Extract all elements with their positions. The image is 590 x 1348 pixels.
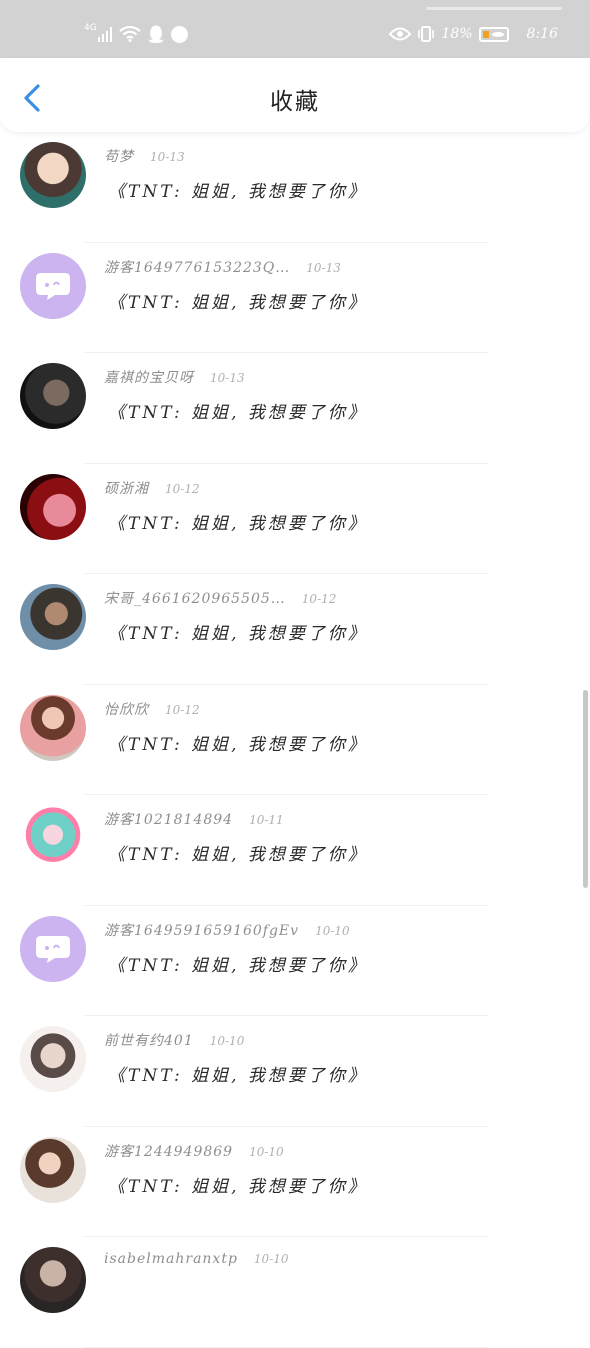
item-date: 10-10 (315, 924, 350, 938)
avatar[interactable] (20, 805, 86, 871)
user-name: 游客1244949869 (104, 1141, 233, 1161)
item-date: 10-12 (165, 482, 200, 496)
clock: 8:16 (527, 26, 558, 42)
favorite-title: 《TNT: 姐姐, 我想要了你》 (108, 619, 368, 644)
avatar[interactable] (20, 1026, 86, 1092)
qq-icon (148, 25, 164, 43)
item-date: 10-10 (210, 1034, 245, 1048)
avatar[interactable] (20, 253, 86, 319)
item-date: 10-10 (249, 1145, 284, 1159)
favorite-title: 《TNT: 姐姐, 我想要了你》 (108, 177, 368, 202)
notch-pill (426, 7, 562, 10)
signal-icon (98, 26, 112, 42)
user-name: 嘉祺的宝贝呀 (104, 367, 194, 387)
app-icon (171, 26, 188, 43)
avatar[interactable] (20, 916, 86, 982)
user-name: 硕浙湘 (104, 478, 149, 498)
list-item[interactable]: 前世有约401 10-10 《TNT: 姐姐, 我想要了你》 (0, 1016, 590, 1127)
favorite-title: 《TNT: 姐姐, 我想要了你》 (108, 398, 368, 423)
user-name: 游客1021814894 (104, 809, 233, 829)
item-meta: 游客1021814894 10-11 (104, 809, 284, 831)
favorite-title: 《TNT: 姐姐, 我想要了你》 (108, 1172, 368, 1197)
header: 收藏 (0, 58, 590, 132)
vibrate-icon (417, 25, 435, 43)
user-name: 苟梦 (104, 146, 134, 166)
favorites-list: 苟梦 10-13 《TNT: 姐姐, 我想要了你》 游客164977615322… (0, 132, 590, 1348)
item-meta: 前世有约401 10-10 (104, 1030, 244, 1052)
list-item[interactable]: 怡欣欣 10-12 《TNT: 姐姐, 我想要了你》 (0, 685, 590, 796)
user-name: 游客1649591659160fgEv (104, 920, 299, 940)
list-item[interactable]: 嘉祺的宝贝呀 10-13 《TNT: 姐姐, 我想要了你》 (0, 353, 590, 464)
avatar[interactable] (20, 584, 86, 650)
user-name: 宋哥_4661620965505… (104, 588, 286, 608)
favorite-title: 《TNT: 姐姐, 我想要了你》 (108, 730, 368, 755)
chat-bubble-icon (33, 269, 73, 303)
item-meta: 嘉祺的宝贝呀 10-13 (104, 367, 245, 389)
status-bar: 4G 18% 8:16 (0, 0, 590, 58)
item-meta: 硕浙湘 10-12 (104, 478, 200, 500)
avatar[interactable] (20, 474, 86, 540)
item-meta: 苟梦 10-13 (104, 146, 185, 168)
item-meta: 游客1649776153223Q… 10-13 (104, 257, 341, 279)
user-name: 游客1649776153223Q… (104, 257, 290, 277)
favorite-title: 《TNT: 姐姐, 我想要了你》 (108, 1061, 368, 1086)
list-item[interactable]: 游客1021814894 10-11 《TNT: 姐姐, 我想要了你》 (0, 795, 590, 906)
battery-percent: 18% (441, 26, 472, 42)
divider (84, 1347, 488, 1348)
avatar[interactable] (20, 1137, 86, 1203)
item-date: 10-12 (165, 703, 200, 717)
item-date: 10-13 (150, 150, 185, 164)
list-item[interactable]: 苟梦 10-13 《TNT: 姐姐, 我想要了你》 (0, 132, 590, 243)
avatar[interactable] (20, 142, 86, 208)
user-name: 怡欣欣 (104, 699, 149, 719)
item-meta: 游客1244949869 10-10 (104, 1141, 284, 1163)
item-date: 10-13 (210, 371, 245, 385)
avatar[interactable] (20, 1247, 86, 1313)
list-item[interactable]: 游客1649591659160fgEv 10-10 《TNT: 姐姐, 我想要了… (0, 906, 590, 1017)
favorite-title: 《TNT: 姐姐, 我想要了你》 (108, 840, 368, 865)
page-title: 收藏 (0, 82, 590, 116)
item-meta: 游客1649591659160fgEv 10-10 (104, 920, 350, 942)
item-date: 10-12 (302, 592, 337, 606)
chat-bubble-icon (33, 932, 73, 966)
list-item[interactable]: isabelmahranxtp 10-10 (0, 1237, 590, 1348)
network-type: 4G (84, 23, 97, 33)
wifi-icon (119, 26, 141, 42)
list-item[interactable]: 硕浙湘 10-12 《TNT: 姐姐, 我想要了你》 (0, 464, 590, 575)
user-name: isabelmahranxtp (104, 1251, 238, 1267)
list-item[interactable]: 宋哥_4661620965505… 10-12 《TNT: 姐姐, 我想要了你》 (0, 574, 590, 685)
item-meta: 怡欣欣 10-12 (104, 699, 200, 721)
item-date: 10-13 (306, 261, 341, 275)
avatar[interactable] (20, 363, 86, 429)
favorite-title: 《TNT: 姐姐, 我想要了你》 (108, 288, 368, 313)
list-item[interactable]: 游客1649776153223Q… 10-13 《TNT: 姐姐, 我想要了你》 (0, 243, 590, 354)
favorite-title: 《TNT: 姐姐, 我想要了你》 (108, 951, 368, 976)
scroll-indicator[interactable] (583, 690, 588, 888)
status-left: 4G (84, 22, 188, 46)
eye-icon (389, 27, 411, 41)
avatar[interactable] (20, 695, 86, 761)
list-item[interactable]: 游客1244949869 10-10 《TNT: 姐姐, 我想要了你》 (0, 1127, 590, 1238)
status-right: 18% 8:16 (389, 22, 558, 46)
item-date: 10-10 (254, 1252, 289, 1266)
favorite-title: 《TNT: 姐姐, 我想要了你》 (108, 509, 368, 534)
item-date: 10-11 (249, 813, 284, 827)
battery-icon (479, 27, 509, 42)
item-meta: 宋哥_4661620965505… 10-12 (104, 588, 336, 610)
user-name: 前世有约401 (104, 1030, 194, 1050)
item-meta: isabelmahranxtp 10-10 (104, 1251, 289, 1273)
